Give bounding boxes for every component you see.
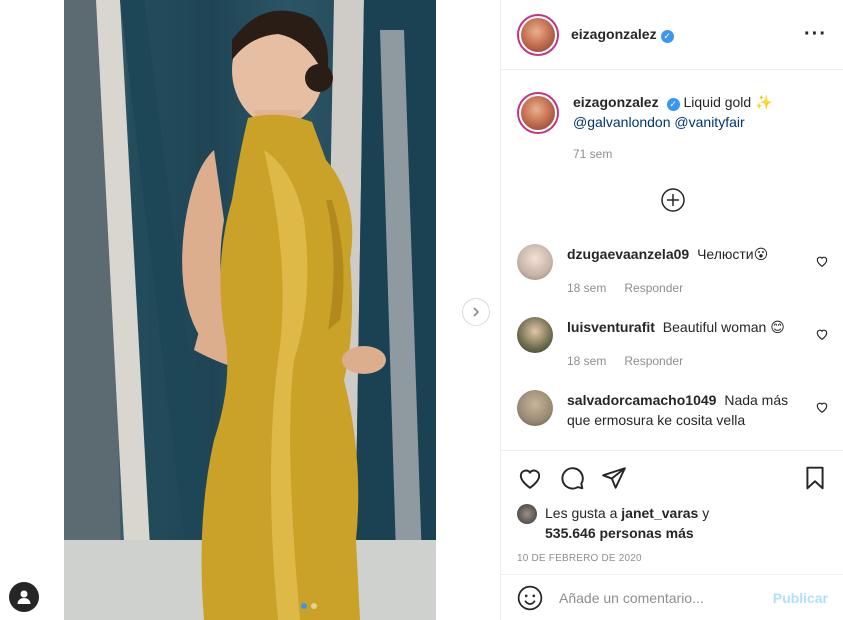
comments-section: eizagonzalez ✓ Liquid gold ✨ @galvanlondo… [501,70,843,450]
comment-item: dzugaevaanzela09 Челюсти😮 18 sem Respond… [517,244,829,298]
likes-text: Les gusta a janet_varas y 535.646 person… [545,503,709,543]
comment-age[interactable]: 18 sem [567,278,606,298]
likes-joiner: y [702,505,710,521]
comment-item: salvadorcamacho1049 Nada más que ermosur… [517,390,829,430]
commenter-avatar[interactable] [517,390,553,426]
caption-text: Liquid gold [683,94,752,110]
like-comment-icon[interactable] [815,327,829,341]
post-date[interactable]: 10 DE FEBRERO DE 2020 [517,553,828,564]
commenter-avatar[interactable] [517,317,553,353]
publish-button[interactable]: Publicar [773,590,828,606]
author-username[interactable]: eizagonzalez ✓ [571,26,674,43]
caption-username[interactable]: eizagonzalez [573,94,659,110]
emoji-icon[interactable] [517,585,543,611]
caption-row: eizagonzalez ✓ Liquid gold ✨ @galvanlondo… [517,92,829,164]
carousel-dots [301,603,317,609]
likes-summary: Les gusta a janet_varas y 535.646 person… [517,503,828,543]
sparkles-emoji: ✨ [755,94,773,110]
user-icon [17,590,31,604]
liker-username[interactable]: janet_varas [621,505,698,521]
comment-age[interactable]: 18 sem [567,351,606,371]
author-username-text[interactable]: eizagonzalez [571,26,657,42]
likes-prefix: Les gusta a [545,505,618,521]
comment-item: luisventurafit Beautiful woman 😊 18 sem … [517,317,829,371]
caption-meta: 71 sem [573,144,803,164]
next-image-button[interactable] [462,298,490,326]
comment-meta: 18 sem Responder [567,278,797,298]
comment-body: luisventurafit Beautiful woman 😊 18 sem … [567,317,797,371]
comment-input[interactable]: Añade un comentario... [559,590,773,606]
bookmark-icon[interactable] [802,465,828,491]
mention-link[interactable]: @vanityfair [674,114,744,130]
verified-badge-icon: ✓ [660,30,674,43]
comment-icon[interactable] [559,465,585,491]
comment-username[interactable]: dzugaevaanzela09 [567,246,689,262]
comment-body: salvadorcamacho1049 Nada más que ermosur… [567,390,797,430]
comment-body: dzugaevaanzela09 Челюсти😮 18 sem Respond… [567,244,797,298]
comment-text: Beautiful woman 😊 [662,319,785,335]
load-more-comments-icon[interactable] [661,188,685,212]
share-icon[interactable] [601,465,627,491]
likes-count[interactable]: 535.646 personas más [545,525,694,541]
comment-text: Челюсти😮 [697,246,769,262]
caption-age[interactable]: 71 sem [573,144,612,164]
caption-body: eizagonzalez ✓ Liquid gold ✨ @galvanlondo… [573,92,803,164]
comment-username[interactable]: luisventurafit [567,319,655,335]
post-header: eizagonzalez ✓ ··· [501,0,843,70]
verified-badge-icon: ✓ [666,98,680,111]
mention-link[interactable]: @galvanlondon [573,114,671,130]
profile-button[interactable] [9,582,39,612]
author-avatar[interactable] [517,13,559,56]
author-avatar-caption[interactable] [517,92,559,134]
add-comment-bar: Añade un comentario... Publicar [501,574,843,620]
liker-avatar[interactable] [517,504,537,524]
page-left-margin [0,0,64,620]
carousel-dot-active [301,603,307,609]
reply-button[interactable]: Responder [624,278,683,298]
commenter-avatar[interactable] [517,244,553,280]
comment-meta: 18 sem Responder [567,351,797,371]
reply-button[interactable]: Responder [624,351,683,371]
comment-username[interactable]: salvadorcamacho1049 [567,392,716,408]
post-side-panel: eizagonzalez ✓ ··· eizagonzalez ✓ Liquid g… [500,0,843,620]
post-actions: Les gusta a janet_varas y 535.646 person… [501,450,843,564]
post-photo-illustration [64,0,436,620]
more-options-icon[interactable]: ··· [804,23,827,46]
chevron-right-icon [473,307,480,317]
post-image[interactable] [64,0,436,620]
like-comment-icon[interactable] [815,254,829,268]
action-bar [517,463,828,493]
like-comment-icon[interactable] [815,400,829,414]
heart-icon[interactable] [517,465,543,491]
carousel-dot [311,603,317,609]
